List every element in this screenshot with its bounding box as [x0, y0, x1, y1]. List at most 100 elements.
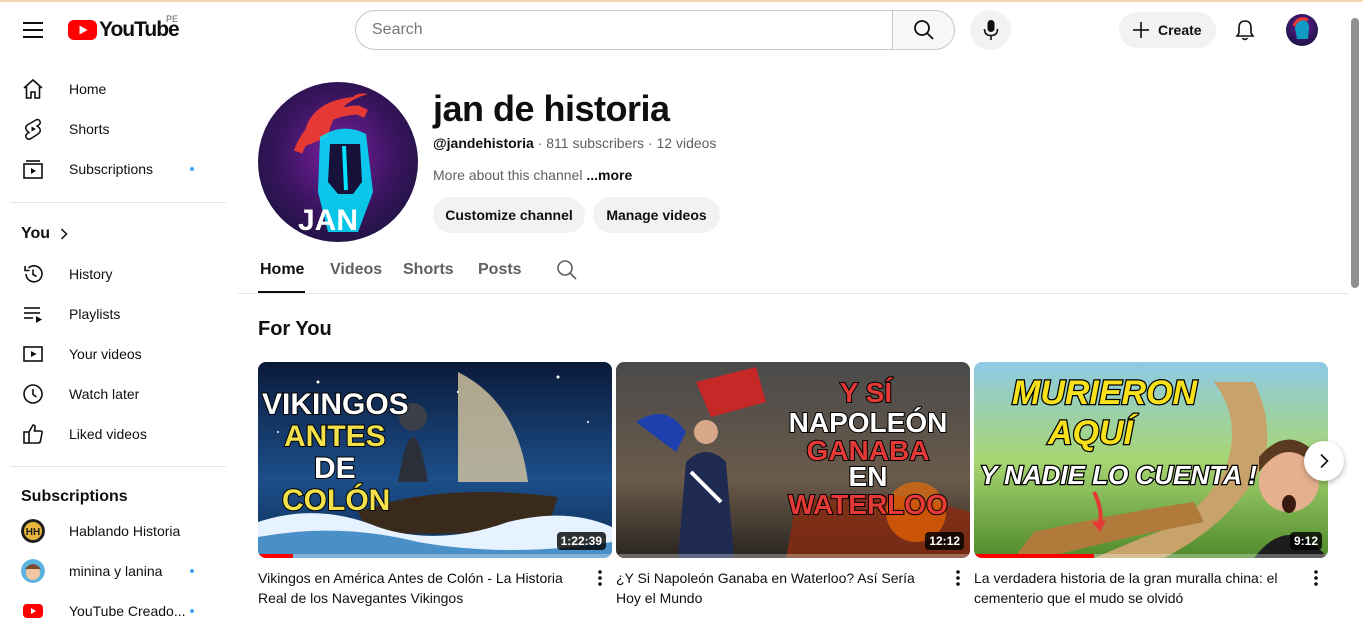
sidebar-item-history[interactable]: History — [12, 254, 212, 294]
thumbnail-text: ANTES — [284, 420, 386, 453]
more-actions-icon[interactable] — [1304, 566, 1328, 590]
more-actions-icon[interactable] — [946, 566, 970, 590]
more-actions-icon[interactable] — [588, 566, 612, 590]
your-videos-icon — [21, 342, 45, 366]
search-button[interactable] — [892, 10, 955, 50]
sidebar-item-subscriptions[interactable]: Subscriptions — [12, 149, 212, 189]
channel-handle: @jandehistoria — [433, 135, 534, 151]
video-card[interactable]: Y SÍ NAPOLEÓN GANABA EN WATERLOO 12:12 ¿… — [616, 362, 970, 606]
sidebar-item-playlists[interactable]: Playlists — [12, 294, 212, 334]
you-section-header[interactable]: You — [21, 225, 68, 243]
video-thumbnail[interactable]: Y SÍ NAPOLEÓN GANABA EN WATERLOO 12:12 — [616, 362, 970, 558]
sidebar-item-your-videos[interactable]: Your videos — [12, 334, 212, 374]
channel-avatar-large[interactable]: JAN — [258, 82, 418, 242]
channel-avatar: HH — [21, 519, 45, 543]
tab-videos[interactable]: Videos — [330, 261, 382, 279]
sidebar-item-label: Your videos — [69, 346, 142, 362]
channel-name: jan de historia — [433, 88, 670, 129]
svg-text:HH: HH — [26, 527, 40, 538]
chevron-right-icon — [61, 228, 68, 240]
channel-description-link[interactable]: More about this channel ...more — [433, 167, 632, 183]
channel-avatar — [21, 559, 45, 583]
sidebar-item-label: Watch later — [69, 386, 140, 402]
meta-separator: · — [647, 135, 657, 151]
manage-videos-button[interactable]: Manage videos — [593, 197, 720, 233]
subscriber-count: 811 subscribers — [546, 135, 645, 151]
country-code: PE — [166, 14, 179, 24]
sidebar-item-label: Liked videos — [69, 426, 147, 442]
sidebar-item-watch-later[interactable]: Watch later — [12, 374, 212, 414]
subscriptions-section-header: Subscriptions — [21, 488, 128, 506]
thumbnail-text: DE — [314, 452, 356, 485]
search-input[interactable] — [355, 10, 892, 50]
notifications-icon[interactable] — [1227, 12, 1263, 48]
meta-separator: · — [537, 135, 547, 151]
video-title[interactable]: Vikingos en América Antes de Colón - La … — [258, 568, 583, 608]
sidebar-divider — [10, 202, 226, 203]
watch-progress-track — [616, 554, 970, 558]
thumbnail-text: MURIERON — [1012, 374, 1199, 412]
video-duration: 12:12 — [925, 532, 964, 550]
subscriptions-title: Subscriptions — [21, 488, 128, 505]
more-about-text: More about this channel — [433, 167, 583, 183]
youtube-logo[interactable]: YouTube PE — [68, 14, 180, 42]
sidebar-item-label: Shorts — [69, 121, 110, 137]
sidebar-item-label: YouTube Creado... — [69, 603, 186, 619]
sidebar-item-label: History — [69, 266, 113, 282]
sidebar: Home Shorts Subscriptions You History Pl… — [0, 58, 237, 621]
watch-progress-track — [258, 554, 612, 558]
sidebar-divider — [10, 466, 226, 467]
home-icon — [21, 77, 45, 101]
watch-later-icon — [21, 382, 45, 406]
masthead: YouTube PE Create — [0, 2, 1350, 58]
video-duration: 1:22:39 — [556, 532, 606, 550]
sidebar-item-label: Playlists — [69, 306, 121, 322]
menu-icon[interactable] — [15, 12, 51, 48]
channel-meta: @jandehistoria · 811 subscribers · 12 vi… — [433, 135, 716, 151]
shelf-next-button[interactable] — [1304, 441, 1344, 481]
active-tab-indicator — [258, 291, 305, 293]
thumbnail-text: AQUÍ — [1047, 414, 1139, 452]
sidebar-item-shorts[interactable]: Shorts — [12, 109, 212, 149]
sidebar-item-liked-videos[interactable]: Liked videos — [12, 414, 212, 454]
video-card[interactable]: VIKINGOS ANTES DE COLÓN 1:22:39 Vikingos… — [258, 362, 612, 606]
create-button[interactable]: Create — [1119, 12, 1216, 48]
customize-channel-button[interactable]: Customize channel — [433, 197, 585, 233]
channel-tabs: Home Videos Shorts Posts — [238, 250, 1348, 294]
microphone-icon — [983, 20, 998, 40]
tab-shorts[interactable]: Shorts — [403, 261, 454, 279]
thumbnail-text: VIKINGOS — [262, 388, 409, 421]
account-avatar[interactable] — [1286, 14, 1318, 46]
search-bar — [355, 10, 955, 50]
voice-search-button[interactable] — [970, 10, 1011, 50]
youtube-play-icon — [68, 20, 97, 40]
subscriptions-icon — [21, 157, 45, 181]
subscription-item-youtube-creators[interactable]: YouTube Creado... — [12, 591, 212, 621]
channel-search-icon[interactable] — [556, 259, 580, 283]
video-card[interactable]: MURIERON AQUÍ Y NADIE LO CUENTA ! 9:12 L… — [974, 362, 1328, 606]
plus-icon — [1133, 22, 1149, 38]
video-title[interactable]: La verdadera historia de la gran muralla… — [974, 568, 1299, 608]
video-duration: 9:12 — [1289, 532, 1322, 550]
thumbnail-text: WATERLOO — [788, 489, 948, 520]
new-content-dot — [190, 609, 194, 613]
video-thumbnail[interactable]: VIKINGOS ANTES DE COLÓN 1:22:39 — [258, 362, 612, 558]
video-title[interactable]: ¿Y Si Napoleón Ganaba en Waterloo? Así S… — [616, 568, 941, 608]
tab-home[interactable]: Home — [260, 261, 304, 279]
liked-videos-icon — [21, 422, 45, 446]
watch-progress-bar — [258, 554, 294, 558]
create-label: Create — [1158, 22, 1202, 38]
video-count: 12 videos — [656, 135, 717, 151]
search-icon — [913, 20, 934, 40]
sidebar-item-home[interactable]: Home — [12, 69, 212, 109]
tab-posts[interactable]: Posts — [478, 261, 522, 279]
subscription-item-hablando-historia[interactable]: HH Hablando Historia — [12, 511, 212, 551]
video-thumbnail[interactable]: MURIERON AQUÍ Y NADIE LO CUENTA ! 9:12 — [974, 362, 1328, 558]
more-link[interactable]: ...more — [586, 167, 632, 183]
page-scrollbar[interactable] — [1351, 18, 1359, 288]
subscription-item-minina-y-lanina[interactable]: minina y lanina — [12, 551, 212, 591]
playlists-icon — [21, 302, 45, 326]
sidebar-item-label: Hablando Historia — [69, 523, 181, 539]
shorts-icon — [21, 117, 45, 141]
watch-progress-bar — [974, 554, 1095, 558]
